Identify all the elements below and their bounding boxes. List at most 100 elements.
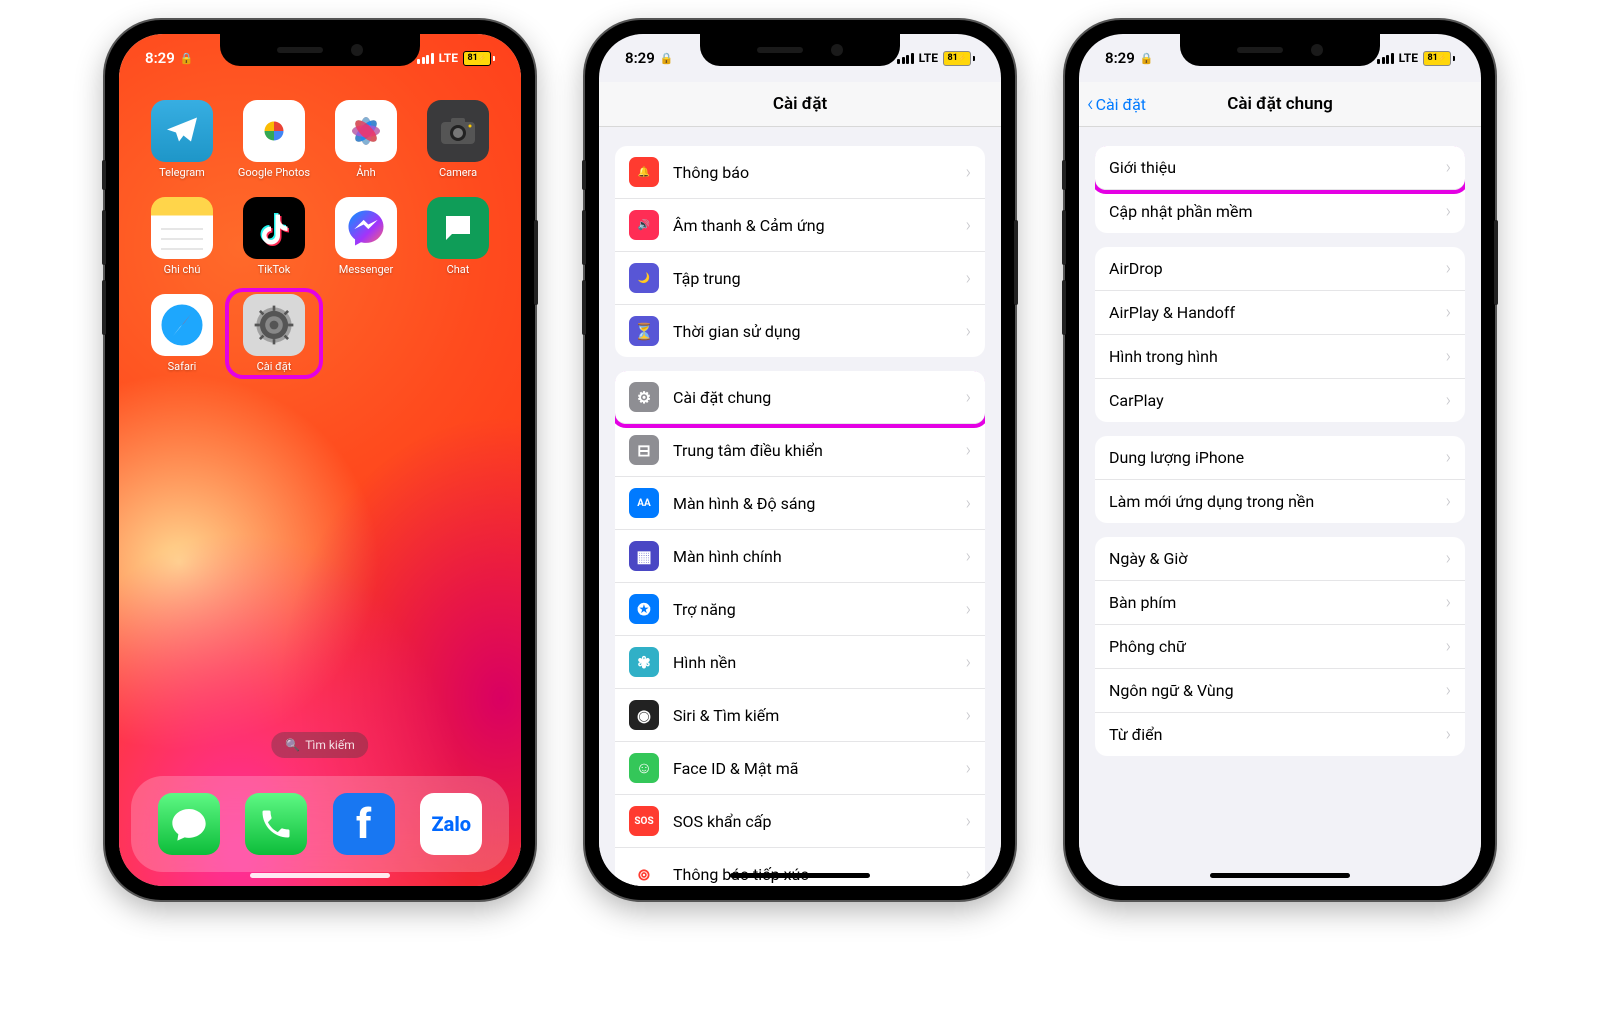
chevron-right-icon: › [966,705,971,726]
row-label: Ngôn ngữ & Vùng [1109,681,1446,700]
general-screen: 8:29🔒 LTE 81⚡ ‹ Cài đặt Cài đặt chung Gi… [1079,34,1481,886]
search-icon: 🔍 [285,738,300,752]
settings-row[interactable]: Phông chữ› [1095,625,1465,669]
app-google-photos[interactable]: Google Photos [231,100,317,179]
settings-row[interactable]: Cập nhật phần mềm› [1095,190,1465,233]
settings-row[interactable]: 🔔Thông báo› [615,146,985,199]
settings-row[interactable]: ▦Màn hình chính› [615,530,985,583]
chevron-right-icon: › [1446,201,1451,222]
row-label: Ngày & Giờ [1109,549,1446,568]
row-icon: AA [629,488,659,518]
dock-phone[interactable] [245,793,307,855]
search-pill[interactable]: 🔍 Tìm kiếm [271,732,368,758]
settings-row[interactable]: Ngôn ngữ & Vùng› [1095,669,1465,713]
nav-header: Cài đặt [599,82,1001,127]
phone-home: 8:29 🔒 LTE 81⚡ Telegram Google Photos [105,20,535,900]
battery-icon: 81⚡ [1423,51,1455,66]
settings-row[interactable]: ⊚Thông báo tiếp xúc› [615,848,985,886]
app-settings[interactable]: Cài đặt [225,288,323,379]
row-icon: ✾ [629,647,659,677]
settings-row[interactable]: Bàn phím› [1095,581,1465,625]
app-notes[interactable]: Ghi chú [139,197,225,276]
back-button[interactable]: ‹ Cài đặt [1087,92,1146,117]
settings-row[interactable]: AAMàn hình & Độ sáng› [615,477,985,530]
phone-general: 8:29🔒 LTE 81⚡ ‹ Cài đặt Cài đặt chung Gi… [1065,20,1495,900]
safari-icon [151,294,213,356]
chevron-right-icon: › [1446,548,1451,569]
settings-row[interactable]: ⏳Thời gian sử dụng› [615,305,985,357]
settings-row[interactable]: Ngày & Giờ› [1095,537,1465,581]
settings-row[interactable]: 🔊Âm thanh & Cảm ứng› [615,199,985,252]
row-icon: 🔔 [629,157,659,187]
settings-row[interactable]: Từ điển› [1095,713,1465,756]
settings-row[interactable]: AirDrop› [1095,247,1465,291]
row-label: Giới thiệu [1109,158,1446,177]
app-camera[interactable]: Camera [415,100,501,179]
row-label: Cài đặt chung [673,388,966,407]
app-messenger[interactable]: Messenger [323,197,409,276]
settings-row[interactable]: SOSSOS khẩn cấp› [615,795,985,848]
app-telegram[interactable]: Telegram [139,100,225,179]
chevron-right-icon: › [1446,302,1451,323]
home-indicator[interactable] [730,873,870,878]
settings-list[interactable]: 🔔Thông báo›🔊Âm thanh & Cảm ứng›🌙Tập trun… [599,126,1001,886]
chevron-right-icon: › [966,321,971,342]
app-chat[interactable]: Chat [415,197,501,276]
signal-icon [897,53,914,64]
signal-icon [417,53,434,64]
page-title: Cài đặt chung [1227,94,1333,114]
app-safari[interactable]: Safari [139,294,225,373]
row-label: AirDrop [1109,259,1446,278]
row-label: Hình trong hình [1109,347,1446,366]
dock-messages[interactable] [158,793,220,855]
app-tiktok[interactable]: TikTok [231,197,317,276]
dock-facebook[interactable]: f [333,793,395,855]
chevron-right-icon: › [1446,157,1451,178]
section: Dung lượng iPhone›Làm mới ứng dụng trong… [1095,436,1465,523]
chevron-right-icon: › [1446,390,1451,411]
messenger-icon [335,197,397,259]
row-icon: ◉ [629,700,659,730]
chevron-right-icon: › [966,162,971,183]
chat-icon [427,197,489,259]
status-time: 8:29 [145,49,175,67]
settings-row[interactable]: Dung lượng iPhone› [1095,436,1465,480]
settings-row[interactable]: ✪Trợ năng› [615,583,985,636]
row-icon: ⚙ [629,382,659,412]
settings-row[interactable]: ◉Siri & Tìm kiếm› [615,689,985,742]
chevron-right-icon: › [966,599,971,620]
row-label: Làm mới ứng dụng trong nền [1109,492,1446,511]
row-label: SOS khẩn cấp [673,812,966,831]
notes-icon [151,197,213,259]
battery-icon: 81⚡ [943,51,975,66]
section: Ngày & Giờ›Bàn phím›Phông chữ›Ngôn ngữ &… [1095,537,1465,756]
dock-zalo[interactable]: Zalo [420,793,482,855]
app-grid: Telegram Google Photos Ảnh Camera Ghi ch… [139,100,501,373]
network-label: LTE [1399,51,1418,65]
google-photos-icon [243,100,305,162]
nav-header: ‹ Cài đặt Cài đặt chung [1079,82,1481,127]
chevron-right-icon: › [1446,724,1451,745]
chevron-right-icon: › [1446,346,1451,367]
settings-row[interactable]: CarPlay› [1095,379,1465,422]
settings-row[interactable]: ⚙Cài đặt chung› [615,371,985,424]
row-label: Trung tâm điều khiển [673,441,966,460]
settings-row[interactable]: ☺Face ID & Mật mã› [615,742,985,795]
settings-row[interactable]: AirPlay & Handoff› [1095,291,1465,335]
home-indicator[interactable] [250,873,390,878]
row-icon: ▦ [629,541,659,571]
settings-row[interactable]: 🌙Tập trung› [615,252,985,305]
settings-row[interactable]: Hình trong hình› [1095,335,1465,379]
settings-row[interactable]: ✾Hình nền› [615,636,985,689]
row-icon: 🔊 [629,210,659,240]
row-label: Dung lượng iPhone [1109,448,1446,467]
chevron-right-icon: › [966,864,971,885]
general-list[interactable]: Giới thiệu›Cập nhật phần mềm›AirDrop›Air… [1079,126,1481,886]
app-photos[interactable]: Ảnh [323,100,409,179]
row-icon: ⏳ [629,316,659,346]
home-indicator[interactable] [1210,873,1350,878]
settings-row[interactable]: Làm mới ứng dụng trong nền› [1095,480,1465,523]
settings-row[interactable]: Giới thiệu› [1095,146,1465,190]
settings-row[interactable]: ⊟Trung tâm điều khiển› [615,424,985,477]
status-time: 8:29 [625,49,655,67]
